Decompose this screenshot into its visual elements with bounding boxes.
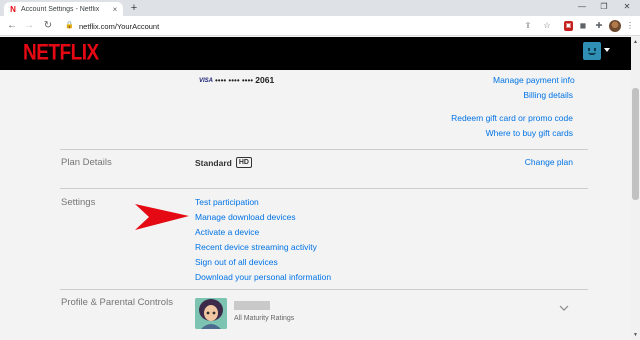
forward-arrow-icon[interactable]: → xyxy=(22,19,36,33)
activate-device-link[interactable]: Activate a device xyxy=(195,227,259,237)
lock-icon[interactable]: 🔒 xyxy=(65,21,75,31)
tab-title: Account Settings - Netflix xyxy=(21,5,100,13)
redeem-gift-card-link[interactable]: Redeem gift card or promo code xyxy=(440,113,573,123)
test-participation-link[interactable]: Test participation xyxy=(195,197,259,207)
scroll-down-icon[interactable]: ▼ xyxy=(632,331,639,339)
plan-value: Standard HD xyxy=(195,157,252,168)
recent-streaming-activity-link[interactable]: Recent device streaming activity xyxy=(195,242,317,252)
card-number: •••• •••• •••• 2061 xyxy=(215,75,274,85)
plan-details-label: Plan Details xyxy=(61,157,112,168)
caret-down-icon[interactable] xyxy=(604,48,610,52)
browser-titlebar: N Account Settings - Netflix × + — ❐ ✕ xyxy=(0,0,640,16)
avatar-smile xyxy=(588,52,596,55)
section-divider xyxy=(60,188,588,189)
plan-name: Standard xyxy=(195,157,232,168)
section-divider xyxy=(60,289,588,290)
extension-icon[interactable]: ◼ xyxy=(577,20,589,32)
maturity-rating: All Maturity Ratings xyxy=(234,315,295,322)
profile-name-redacted xyxy=(234,301,270,310)
browser-menu-icon[interactable]: ⋮ xyxy=(624,20,636,32)
tab-close-icon[interactable]: × xyxy=(110,5,120,14)
red-arrow-icon xyxy=(135,204,189,230)
reload-icon[interactable]: ↻ xyxy=(41,19,55,33)
where-to-buy-gift-cards-link[interactable]: Where to buy gift cards xyxy=(470,128,573,138)
profile-character-image xyxy=(195,298,227,329)
profile-avatar[interactable] xyxy=(583,42,601,60)
bookmark-star-icon[interactable]: ☆ xyxy=(541,20,553,32)
sign-out-all-devices-link[interactable]: Sign out of all devices xyxy=(195,257,278,267)
avatar-eye xyxy=(594,48,596,51)
change-plan-link[interactable]: Change plan xyxy=(503,157,573,167)
profile-icon[interactable] xyxy=(609,20,621,32)
card-last4: 2061 xyxy=(255,75,275,85)
back-arrow-icon[interactable]: ← xyxy=(5,19,19,33)
restore-button[interactable]: ❐ xyxy=(595,1,613,13)
manage-payment-link[interactable]: Manage payment info xyxy=(493,75,575,85)
netflix-logo[interactable]: NETFLIX xyxy=(23,41,99,66)
url-text: netflix.com/YourAccount xyxy=(79,21,160,31)
card-mask: •••• •••• •••• xyxy=(215,76,254,85)
close-window-button[interactable]: ✕ xyxy=(618,1,636,13)
extension-icon[interactable]: ▣ xyxy=(564,21,573,31)
netflix-favicon-icon: N xyxy=(10,4,16,14)
profile-image[interactable] xyxy=(195,298,227,329)
scrollbar-thumb[interactable] xyxy=(632,88,639,200)
manage-download-devices-link[interactable]: Manage download devices xyxy=(195,212,296,222)
settings-label: Settings xyxy=(61,197,96,208)
puzzle-icon[interactable]: ✚ xyxy=(593,20,605,32)
billing-details-link[interactable]: Billing details xyxy=(503,90,573,100)
browser-tab[interactable]: N Account Settings - Netflix × xyxy=(4,2,123,16)
profile-parental-label: Profile & Parental Controls xyxy=(61,297,173,308)
minimize-button[interactable]: — xyxy=(573,1,591,13)
section-divider xyxy=(60,149,588,150)
share-icon[interactable]: ⇪ xyxy=(522,20,534,32)
avatar-eye xyxy=(588,48,590,51)
new-tab-button[interactable]: + xyxy=(128,2,140,14)
browser-toolbar: ← → ↻ 🔒 netflix.com/YourAccount ⇪ ☆ ▣ ◼ … xyxy=(0,16,640,36)
download-personal-info-link[interactable]: Download your personal information xyxy=(195,272,331,282)
hd-badge: HD xyxy=(235,157,252,168)
scroll-up-icon[interactable]: ▲ xyxy=(632,38,639,46)
address-bar[interactable]: 🔒 netflix.com/YourAccount xyxy=(65,19,565,33)
visa-logo: VISA xyxy=(199,78,214,84)
chevron-down-icon[interactable] xyxy=(559,305,569,311)
